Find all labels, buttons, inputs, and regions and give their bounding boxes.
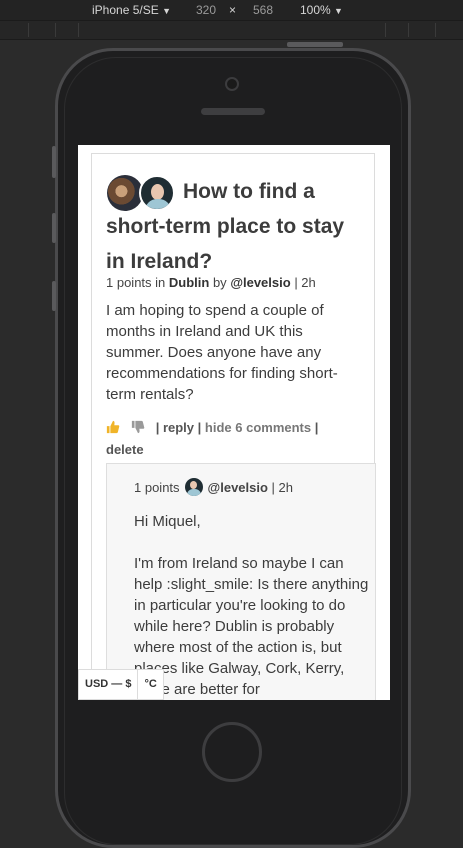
power-button [287, 42, 343, 47]
author-link[interactable]: @levelsio [230, 275, 290, 290]
points-label: 1 points in [106, 275, 166, 290]
times-icon: × [229, 3, 237, 17]
reply-link[interactable]: reply [163, 420, 194, 435]
post-body: I am hoping to spend a couple of months … [106, 302, 338, 403]
hide-comments-link[interactable]: hide 6 comments [205, 420, 311, 435]
post-meta: 1 points in Dublin by @levelsio | 2h [106, 275, 316, 290]
height-input[interactable]: 568 [253, 3, 273, 17]
thumbs-down-icon[interactable] [131, 420, 145, 434]
separator: | [314, 420, 319, 435]
comment-meta: 1 points @levelsio | 2h [134, 478, 293, 496]
width-input[interactable]: 320 [196, 3, 216, 17]
separator: | [197, 420, 202, 435]
volume-down-button [52, 281, 56, 311]
zoom-label: 100% [300, 3, 331, 17]
phone-screen: How to find a short-term place to stay i… [78, 145, 390, 700]
comment-avatar[interactable] [184, 478, 203, 496]
home-button[interactable] [202, 722, 262, 782]
thumbs-up-icon[interactable] [106, 420, 120, 434]
post-age: | 2h [294, 275, 316, 290]
delete-link[interactable]: delete [106, 442, 144, 457]
comment-age: | 2h [271, 479, 293, 495]
comment-body: Hi Miquel, I'm from Ireland so maybe I c… [134, 511, 370, 700]
chevron-down-icon: ▼ [162, 6, 171, 16]
temperature-unit-toggle[interactable]: °C [137, 670, 162, 699]
currency-toggle[interactable]: USD — $ [79, 670, 137, 699]
comment: 1 points @levelsio | 2h Hi Miquel, I'm f… [106, 463, 376, 700]
device-label: iPhone 5/SE [92, 3, 159, 17]
comment-greeting: Hi Miquel, [134, 513, 201, 530]
mute-switch [52, 146, 56, 178]
comment-author-link[interactable]: @levelsio [208, 480, 268, 495]
city-link[interactable]: Dublin [169, 275, 209, 290]
comment-points: 1 points [134, 479, 180, 495]
separator: | [155, 420, 160, 435]
speaker-grille [201, 108, 265, 115]
post-title[interactable]: How to find a short-term place to stay i… [106, 174, 368, 279]
volume-up-button [52, 213, 56, 243]
devtools-toolbar: iPhone 5/SE ▼ 320 × 568 100% ▼ [0, 0, 463, 20]
zoom-select[interactable]: 100% ▼ [300, 3, 343, 17]
chevron-down-icon: ▼ [334, 6, 343, 16]
media-query-ruler [0, 20, 463, 40]
device-select[interactable]: iPhone 5/SE ▼ [92, 3, 171, 17]
camera-icon [225, 77, 239, 91]
post-actions: | reply | hide 6 comments | delete [106, 417, 366, 461]
currency-unit-switcher: USD — $ °C [78, 669, 164, 700]
comment-text: I'm from Ireland so maybe I can help :sl… [134, 555, 369, 698]
by-label: by [212, 275, 227, 290]
